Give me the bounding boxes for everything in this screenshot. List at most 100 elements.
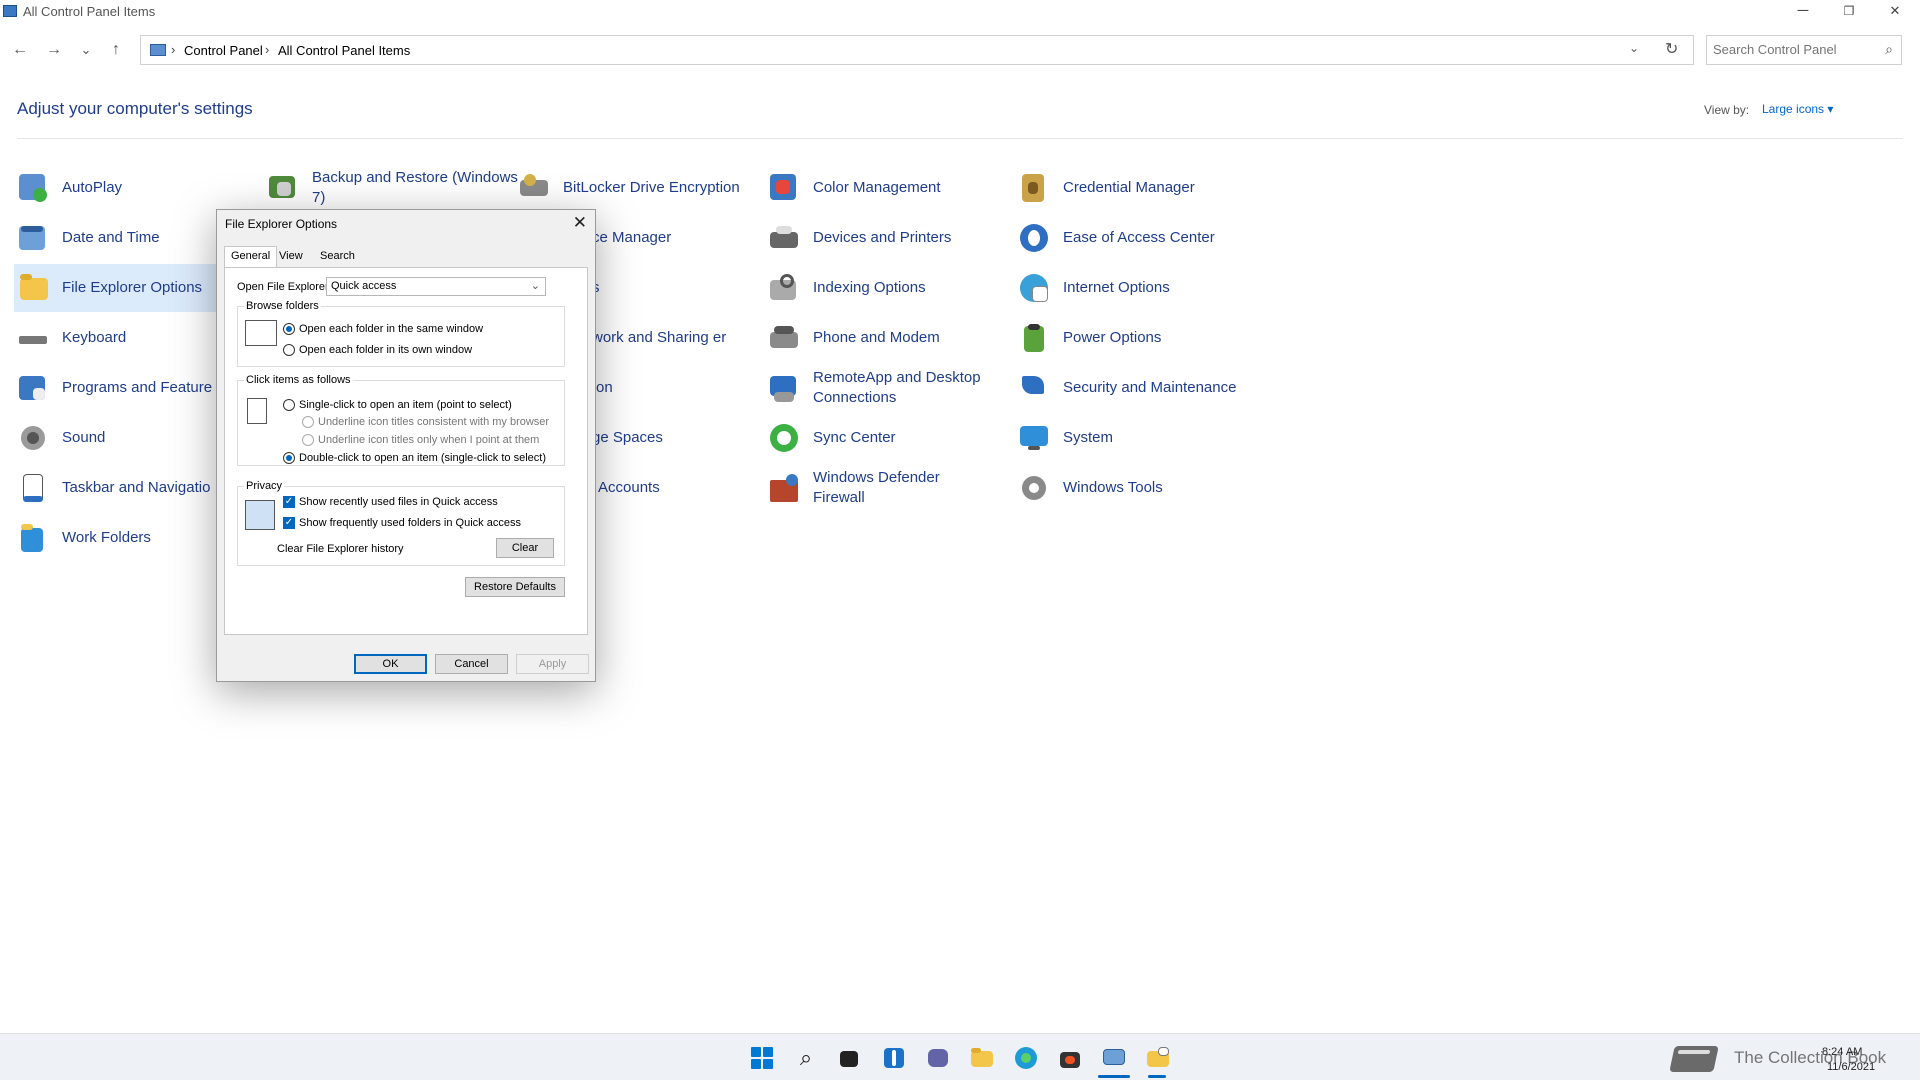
refresh-icon[interactable]: ↻	[1665, 39, 1678, 59]
backup-icon	[267, 172, 299, 204]
edge-icon[interactable]	[1012, 1044, 1040, 1072]
single-click-radio[interactable]	[283, 399, 295, 411]
pointer-icon	[247, 398, 267, 424]
cancel-button[interactable]: Cancel	[435, 654, 508, 674]
internet-icon	[1018, 272, 1050, 304]
item-color-management[interactable]: Color Management	[768, 166, 988, 210]
search-input[interactable]	[1713, 42, 1873, 57]
browse-own-window-label[interactable]: Open each folder in its own window	[299, 344, 472, 356]
item-sound[interactable]: Sound	[17, 416, 217, 460]
general-tab-panel: Open File Explorer to: Quick access ⌄ Br…	[224, 267, 588, 635]
recent-files-label[interactable]: Show recently used files in Quick access	[299, 496, 498, 508]
task-view-icon[interactable]	[835, 1044, 863, 1072]
forward-button[interactable]: →	[42, 38, 66, 62]
taskbar: ⌕ The Collection Book	[0, 1033, 1920, 1080]
tab-general[interactable]: General	[224, 246, 278, 268]
item-keyboard[interactable]: Keyboard	[17, 316, 217, 360]
item-indexing-options[interactable]: Indexing Options	[768, 266, 988, 310]
item-windows-defender-firewall[interactable]: Windows Defender Firewall	[768, 466, 988, 510]
item-internet-options[interactable]: Internet Options	[1018, 266, 1238, 310]
privacy-label: Privacy	[244, 480, 285, 492]
restore-defaults-button[interactable]: Restore Defaults	[465, 577, 565, 597]
open-to-select[interactable]: Quick access ⌄	[326, 277, 546, 296]
search-box[interactable]: ⌕	[1706, 35, 1902, 65]
browse-same-window-label[interactable]: Open each folder in the same window	[299, 323, 483, 335]
item-phone-modem[interactable]: Phone and Modem	[768, 316, 988, 360]
restore-button[interactable]: ❐	[1826, 0, 1872, 24]
speaker-icon	[17, 422, 49, 454]
item-windows-tools[interactable]: Windows Tools	[1018, 466, 1238, 510]
item-system[interactable]: System	[1018, 416, 1238, 460]
start-icon[interactable]	[748, 1044, 776, 1072]
search-icon[interactable]: ⌕	[792, 1044, 820, 1072]
underline-point-label[interactable]: Underline icon titles only when I point …	[318, 434, 539, 446]
breadcrumb-all-items[interactable]: All Control Panel Items	[278, 43, 410, 58]
control-panel-icon[interactable]	[1100, 1044, 1128, 1072]
clock-time[interactable]: 8:24 AM	[1822, 1046, 1862, 1058]
item-power-options[interactable]: Power Options	[1018, 316, 1238, 360]
breadcrumb-separator[interactable]: ›	[265, 42, 269, 57]
item-devices-printers[interactable]: Devices and Printers	[768, 216, 988, 260]
chat-icon[interactable]	[924, 1044, 952, 1072]
taskbar-icon	[17, 472, 49, 504]
single-click-label[interactable]: Single-click to open an item (point to s…	[299, 399, 512, 411]
widgets-icon[interactable]	[880, 1044, 908, 1072]
browse-folders-icon	[245, 320, 277, 346]
search-icon[interactable]: ⌕	[1885, 41, 1893, 58]
item-sync-center[interactable]: Sync Center	[768, 416, 988, 460]
browse-same-window-radio[interactable]	[283, 323, 295, 335]
browse-own-window-radio[interactable]	[283, 344, 295, 356]
item-backup-restore[interactable]: Backup and Restore (Windows 7)	[267, 166, 518, 210]
address-bar[interactable]: › Control Panel › All Control Panel Item…	[140, 35, 1694, 65]
item-programs-features[interactable]: Programs and Feature	[17, 366, 217, 410]
item-credential-manager[interactable]: Credential Manager	[1018, 166, 1238, 210]
window-title: All Control Panel Items	[23, 4, 156, 19]
dialog-title: File Explorer Options	[225, 217, 338, 231]
active-app-indicator	[1098, 1075, 1130, 1078]
recent-locations-button[interactable]: ⌄	[74, 38, 98, 62]
item-bitlocker[interactable]: BitLocker Drive Encryption	[518, 166, 758, 210]
item-ease-of-access[interactable]: Ease of Access Center	[1018, 216, 1238, 260]
dialog-close-button[interactable]: ✕	[573, 213, 587, 233]
sync-icon	[768, 422, 800, 454]
tab-search[interactable]: Search	[314, 247, 361, 267]
tab-view[interactable]: View	[273, 247, 309, 267]
item-taskbar-navigation[interactable]: Taskbar and Navigatio	[17, 466, 217, 510]
clock-date[interactable]: 11/6/2021	[1827, 1061, 1875, 1073]
ease-of-access-icon	[1018, 222, 1050, 254]
close-button[interactable]: ✕	[1872, 0, 1918, 24]
item-autoplay[interactable]: AutoPlay	[17, 166, 217, 210]
minimize-button[interactable]: ─	[1780, 0, 1826, 24]
up-button[interactable]: ↑	[104, 38, 128, 62]
item-date-time[interactable]: Date and Time	[17, 216, 217, 260]
store-icon[interactable]	[1056, 1044, 1084, 1072]
recent-files-checkbox[interactable]: ✓	[283, 496, 295, 508]
breadcrumb-control-panel[interactable]: Control Panel	[184, 43, 263, 58]
underline-browser-label[interactable]: Underline icon titles consistent with my…	[318, 416, 549, 428]
page-title: Adjust your computer's settings	[17, 99, 253, 118]
clear-button[interactable]: Clear	[496, 538, 554, 558]
item-work-folders[interactable]: Work Folders	[17, 516, 217, 560]
breadcrumb-separator[interactable]: ›	[171, 42, 175, 57]
double-click-label[interactable]: Double-click to open an item (single-cli…	[299, 452, 546, 464]
folder-options-icon[interactable]	[1144, 1044, 1172, 1072]
ok-button[interactable]: OK	[354, 654, 427, 674]
item-security-maintenance[interactable]: Security and Maintenance	[1018, 366, 1258, 410]
credential-manager-icon	[1018, 172, 1050, 204]
item-file-explorer-options[interactable]: File Explorer Options	[14, 264, 217, 312]
double-click-radio[interactable]	[283, 452, 295, 464]
control-panel-icon	[3, 5, 17, 17]
control-panel-icon	[150, 44, 166, 56]
frequent-folders-checkbox[interactable]: ✓	[283, 517, 295, 529]
file-explorer-icon[interactable]	[968, 1044, 996, 1072]
underline-browser-radio[interactable]	[302, 416, 314, 428]
frequent-folders-label[interactable]: Show frequently used folders in Quick ac…	[299, 517, 521, 529]
apply-button[interactable]: Apply	[516, 654, 589, 674]
view-by-dropdown[interactable]: Large icons ▾	[1762, 102, 1833, 116]
gear-icon	[1018, 472, 1050, 504]
underline-point-radio[interactable]	[302, 434, 314, 446]
address-dropdown-icon[interactable]: ⌄	[1629, 41, 1639, 55]
browse-folders-group	[237, 306, 565, 367]
back-button[interactable]: ←	[8, 38, 32, 62]
item-remoteapp[interactable]: RemoteApp and Desktop Connections	[768, 366, 1008, 410]
